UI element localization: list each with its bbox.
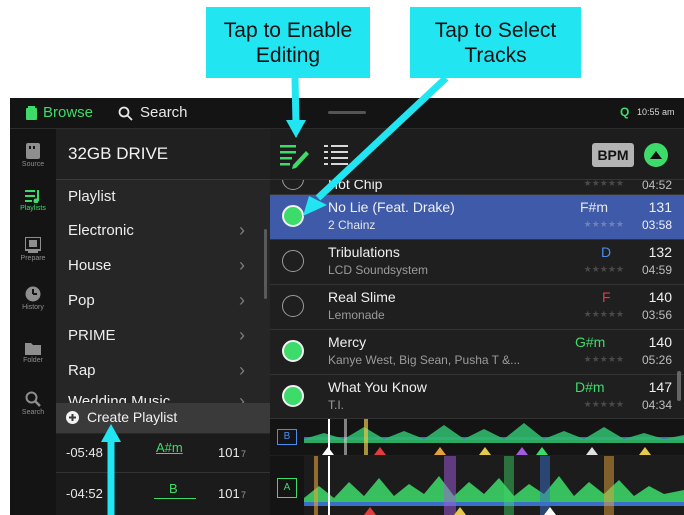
arrow-to-create <box>101 424 121 515</box>
callout-arrows <box>101 75 449 515</box>
arrow-to-select <box>303 75 449 216</box>
arrow-to-edit <box>286 77 306 138</box>
